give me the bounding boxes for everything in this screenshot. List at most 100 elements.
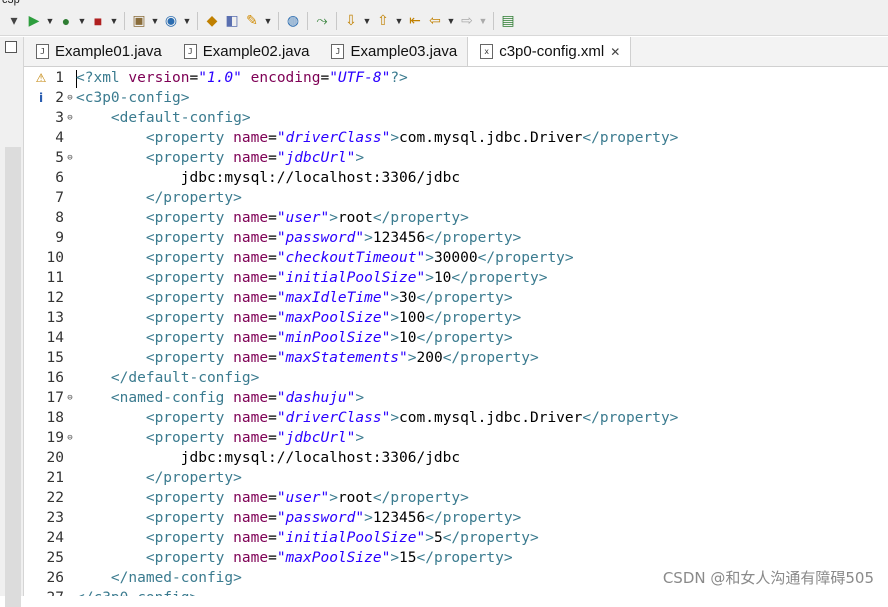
code-content: <property name="minPoolSize">10</propert… <box>145 330 513 346</box>
new-java-project-icon[interactable]: ▣ <box>129 10 149 32</box>
fold-toggle-icon[interactable]: ⊖ <box>65 148 75 168</box>
line-number: 6 <box>55 170 64 186</box>
restore-view-icon[interactable] <box>5 41 17 53</box>
coverage-dropdown-icon[interactable]: ▼ <box>76 10 88 32</box>
fold-toggle-icon[interactable]: ⊖ <box>65 428 75 448</box>
code-line[interactable]: 21 </property> <box>24 468 888 488</box>
search-icon[interactable]: ✎ <box>242 10 262 32</box>
run-icon[interactable]: ▶ <box>24 10 44 32</box>
code-line[interactable]: 19 ⊖ <property name="jdbcUrl"> <box>24 428 888 448</box>
code-line[interactable]: 5 ⊖ <property name="jdbcUrl"> <box>24 148 888 168</box>
external-tools-dropdown-icon[interactable]: ▼ <box>108 10 120 32</box>
code-line[interactable]: 23 <property name="password">123456</pro… <box>24 508 888 528</box>
pin-editor-icon[interactable]: ▤ <box>498 10 518 32</box>
code-content: <property name="jdbcUrl"> <box>145 150 365 166</box>
coverage-icon[interactable]: ● <box>56 10 76 32</box>
line-number: 3 <box>55 110 64 126</box>
last-edit-icon[interactable]: ⇤ <box>405 10 425 32</box>
code-line[interactable]: 18 <property name="driverClass">com.mysq… <box>24 408 888 428</box>
code-line[interactable]: 16 </default-config> <box>24 368 888 388</box>
fold-toggle-icon[interactable]: ⊖ <box>65 88 75 108</box>
line-number: 22 <box>46 490 64 506</box>
code-content: </default-config> <box>110 370 260 386</box>
line-number: 10 <box>46 250 64 266</box>
left-trim-bar <box>0 37 24 607</box>
line-number: 27 <box>44 588 64 596</box>
tab-example03[interactable]: J Example03.java <box>319 37 467 66</box>
code-content: <c3p0-config> <box>76 90 190 106</box>
toolbar-separator <box>197 11 198 30</box>
code-line[interactable]: 14 <property name="minPoolSize">10</prop… <box>24 328 888 348</box>
code-content: <property name="initialPoolSize">10</pro… <box>145 270 548 286</box>
code-line[interactable]: 12 <property name="maxIdleTime">30</prop… <box>24 288 888 308</box>
back-icon[interactable]: ⇦ <box>425 10 445 32</box>
code-content: jdbc:mysql://localhost:3306/jdbc <box>76 170 461 186</box>
line-number: 17 <box>46 390 64 406</box>
tab-label: Example02.java <box>202 43 310 60</box>
code-content: <property name="maxPoolSize">100</proper… <box>145 310 522 326</box>
line-number: 13 <box>46 310 64 326</box>
next-annotation-dropdown-icon[interactable]: ▼ <box>361 10 373 32</box>
line-number: 9 <box>55 230 64 246</box>
code-line[interactable]: i 2 ⊖ <c3p0-config> <box>24 88 888 108</box>
forward-icon[interactable]: ⇨ <box>457 10 477 32</box>
code-line[interactable]: 4 <property name="driverClass">com.mysql… <box>24 128 888 148</box>
new-project-dropdown-icon[interactable]: ▼ <box>149 10 161 32</box>
code-content: </named-config> <box>110 570 242 586</box>
tab-c3p0-config[interactable]: x c3p0-config.xml ✕ <box>467 37 632 66</box>
code-line[interactable]: 8 <property name="user">root</property> <box>24 208 888 228</box>
code-line[interactable]: 6 jdbc:mysql://localhost:3306/jdbc <box>24 168 888 188</box>
toolbar-separator <box>307 11 308 30</box>
tab-example02[interactable]: J Example02.java <box>172 37 320 66</box>
back-dropdown-icon[interactable]: ▼ <box>445 10 457 32</box>
java-file-icon: J <box>36 44 49 59</box>
code-line[interactable]: 11 <property name="initialPoolSize">10</… <box>24 268 888 288</box>
search-dropdown-icon[interactable]: ▼ <box>262 10 274 32</box>
tab-label: c3p0-config.xml <box>499 43 605 60</box>
close-tab-icon[interactable]: ✕ <box>610 45 620 59</box>
prev-annotation-icon[interactable]: ⇧ <box>373 10 393 32</box>
open-task-icon[interactable]: ◧ <box>222 10 242 32</box>
forward-dropdown-icon[interactable]: ▼ <box>477 10 489 32</box>
code-line[interactable]: 10 <property name="checkoutTimeout">3000… <box>24 248 888 268</box>
next-annotation-icon[interactable]: ⇩ <box>341 10 361 32</box>
line-number: 11 <box>46 270 64 286</box>
code-line[interactable]: 17 ⊖ <named-config name="dashuju"> <box>24 388 888 408</box>
code-line[interactable]: 27 </c3p0-config> <box>24 588 888 596</box>
code-content: <property name="initialPoolSize">5</prop… <box>145 530 539 546</box>
code-content: <named-config name="dashuju"> <box>110 390 365 406</box>
external-tools-icon[interactable]: ■ <box>88 10 108 32</box>
new-class-icon[interactable]: ◉ <box>161 10 181 32</box>
code-line[interactable]: 9 <property name="password">123456</prop… <box>24 228 888 248</box>
link-icon[interactable]: ⤳ <box>312 10 332 32</box>
trim-scroll-region[interactable] <box>5 147 21 607</box>
editor-tab-bar: J Example01.java J Example02.java J Example… <box>24 37 888 67</box>
java-file-icon: J <box>183 44 197 59</box>
bug-icon[interactable]: ▾ <box>4 10 24 32</box>
code-content: jdbc:mysql://localhost:3306/jdbc <box>76 450 461 466</box>
fold-toggle-icon[interactable]: ⊖ <box>65 108 75 128</box>
code-line[interactable]: 20 jdbc:mysql://localhost:3306/jdbc <box>24 448 888 468</box>
run-dropdown-icon[interactable]: ▼ <box>44 10 56 32</box>
new-class-dropdown-icon[interactable]: ▼ <box>181 10 193 32</box>
code-line[interactable]: 3 ⊖ <default-config> <box>24 108 888 128</box>
code-line[interactable]: 15 <property name="maxStatements">200</p… <box>24 348 888 368</box>
open-type-icon[interactable]: ◆ <box>202 10 222 32</box>
code-line[interactable]: 24 <property name="initialPoolSize">5</p… <box>24 528 888 548</box>
java-file-icon: J <box>331 44 345 59</box>
code-line[interactable]: ⚠ 1 <?xml version="1.0" encoding="UTF-8"?> <box>24 68 888 88</box>
tab-example01[interactable]: J Example01.java <box>24 37 172 66</box>
line-number: 2 <box>55 90 64 106</box>
code-line[interactable]: 25 <property name="maxPoolSize">15</prop… <box>24 548 888 568</box>
xml-editor[interactable]: ⚠ 1 <?xml version="1.0" encoding="UTF-8"?>… <box>24 67 888 596</box>
line-number: 25 <box>46 550 64 566</box>
code-line[interactable]: 7 </property> <box>24 188 888 208</box>
toolbar-separator <box>278 11 279 30</box>
prev-annotation-dropdown-icon[interactable]: ▼ <box>393 10 405 32</box>
globe-icon[interactable]: ◍ <box>283 10 303 32</box>
code-line[interactable]: 13 <property name="maxPoolSize">100</pro… <box>24 308 888 328</box>
code-line[interactable]: 22 <property name="user">root</property> <box>24 488 888 508</box>
code-content: </property> <box>145 470 242 486</box>
fold-toggle-icon[interactable]: ⊖ <box>65 388 75 408</box>
line-number: 1 <box>55 70 64 86</box>
